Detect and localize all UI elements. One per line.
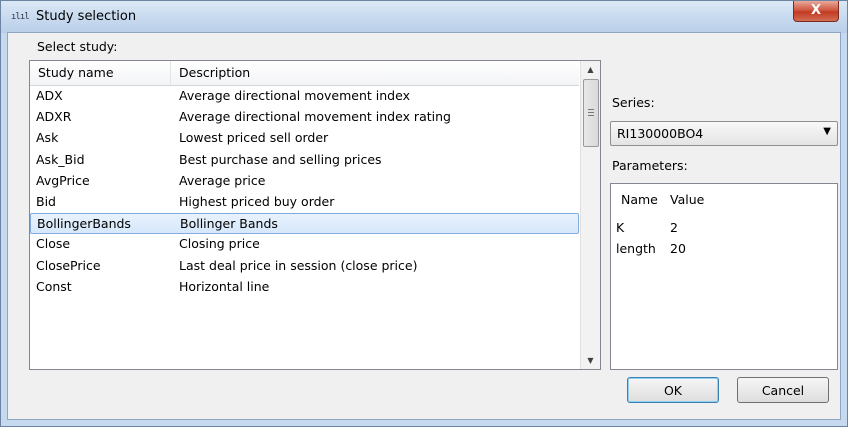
study-description: Average directional movement index ratin… xyxy=(179,109,451,125)
column-header-study-name[interactable]: Study name xyxy=(38,65,114,80)
column-header-description[interactable]: Description xyxy=(179,65,250,80)
study-description: Best purchase and selling prices xyxy=(179,151,382,167)
study-row[interactable]: ClosePrice Last deal price in session (cl… xyxy=(30,256,579,277)
study-name: Close xyxy=(36,236,71,252)
app-icon: ılıl xyxy=(11,12,30,22)
study-description: Horizontal line xyxy=(179,278,270,294)
close-button[interactable]: X xyxy=(793,1,839,22)
select-study-label: Select study: xyxy=(37,39,118,54)
study-name: ADXR xyxy=(36,109,72,125)
study-description: Lowest priced sell order xyxy=(179,130,329,146)
grip-line xyxy=(588,115,594,116)
param-name[interactable]: K xyxy=(616,220,624,235)
title-bar[interactable]: ılıl Study selection X xyxy=(1,1,847,33)
chevron-down-icon[interactable]: ▼ xyxy=(823,126,831,137)
study-list[interactable]: Study name Description ADX Average direct… xyxy=(29,60,601,370)
study-description: Bollinger Bands xyxy=(180,216,278,232)
scroll-down-arrow-icon[interactable]: ▼ xyxy=(581,352,600,369)
study-description: Average price xyxy=(179,172,266,188)
study-row[interactable]: ADXR Average directional movement index r… xyxy=(30,107,579,128)
study-rows: ADX Average directional movement index AD… xyxy=(30,86,579,298)
study-list-header: Study name Description xyxy=(30,61,579,86)
study-row[interactable]: Bid Highest priced buy order xyxy=(30,192,579,213)
study-name: Bid xyxy=(36,193,56,209)
study-name: ADX xyxy=(36,88,63,103)
param-header-name: Name xyxy=(621,192,658,207)
study-description: Closing price xyxy=(179,236,260,252)
param-value[interactable]: 2 xyxy=(670,220,678,235)
study-name: Ask xyxy=(36,130,59,146)
study-name: BollingerBands xyxy=(37,216,131,232)
param-value[interactable]: 20 xyxy=(670,241,686,256)
study-row[interactable]: Close Closing price xyxy=(30,234,579,255)
study-name: AvgPrice xyxy=(36,172,90,188)
scrollbar-thumb[interactable] xyxy=(583,79,599,147)
study-row[interactable]: Ask Lowest priced sell order xyxy=(30,128,579,149)
study-row[interactable]: ADX Average directional movement index xyxy=(30,86,579,107)
study-description: Last deal price in session (close price) xyxy=(179,257,418,273)
cancel-button[interactable]: Cancel xyxy=(737,377,829,403)
study-name: ClosePrice xyxy=(36,257,101,273)
study-name: Const xyxy=(36,278,72,294)
grip-line xyxy=(588,112,594,113)
study-description: Highest priced buy order xyxy=(179,193,335,209)
series-label: Series: xyxy=(612,95,655,110)
study-name: Ask_Bid xyxy=(36,151,85,167)
study-description: Average directional movement index xyxy=(179,88,410,103)
param-header-value: Value xyxy=(670,192,705,207)
study-row[interactable]: AvgPrice Average price xyxy=(30,171,579,192)
vertical-scrollbar[interactable]: ▲ ▼ xyxy=(580,61,600,369)
parameters-grid[interactable]: Name Value K 2 length 20 xyxy=(610,183,838,370)
param-name[interactable]: length xyxy=(616,241,656,256)
study-row[interactable]: Const Horizontal line xyxy=(30,277,579,298)
series-dropdown[interactable]: RI130000BO4 ▼ xyxy=(610,121,838,146)
scroll-up-arrow-icon[interactable]: ▲ xyxy=(581,61,600,78)
series-selected-value: RI130000BO4 xyxy=(617,126,704,141)
study-row-selected[interactable]: BollingerBands Bollinger Bands xyxy=(30,213,579,235)
study-row[interactable]: Ask_Bid Best purchase and selling prices xyxy=(30,150,579,171)
grip-line xyxy=(588,109,594,110)
column-separator[interactable] xyxy=(170,61,171,85)
parameters-label: Parameters: xyxy=(612,158,688,173)
ok-button[interactable]: OK xyxy=(627,377,719,403)
window-title: Study selection xyxy=(36,9,137,24)
